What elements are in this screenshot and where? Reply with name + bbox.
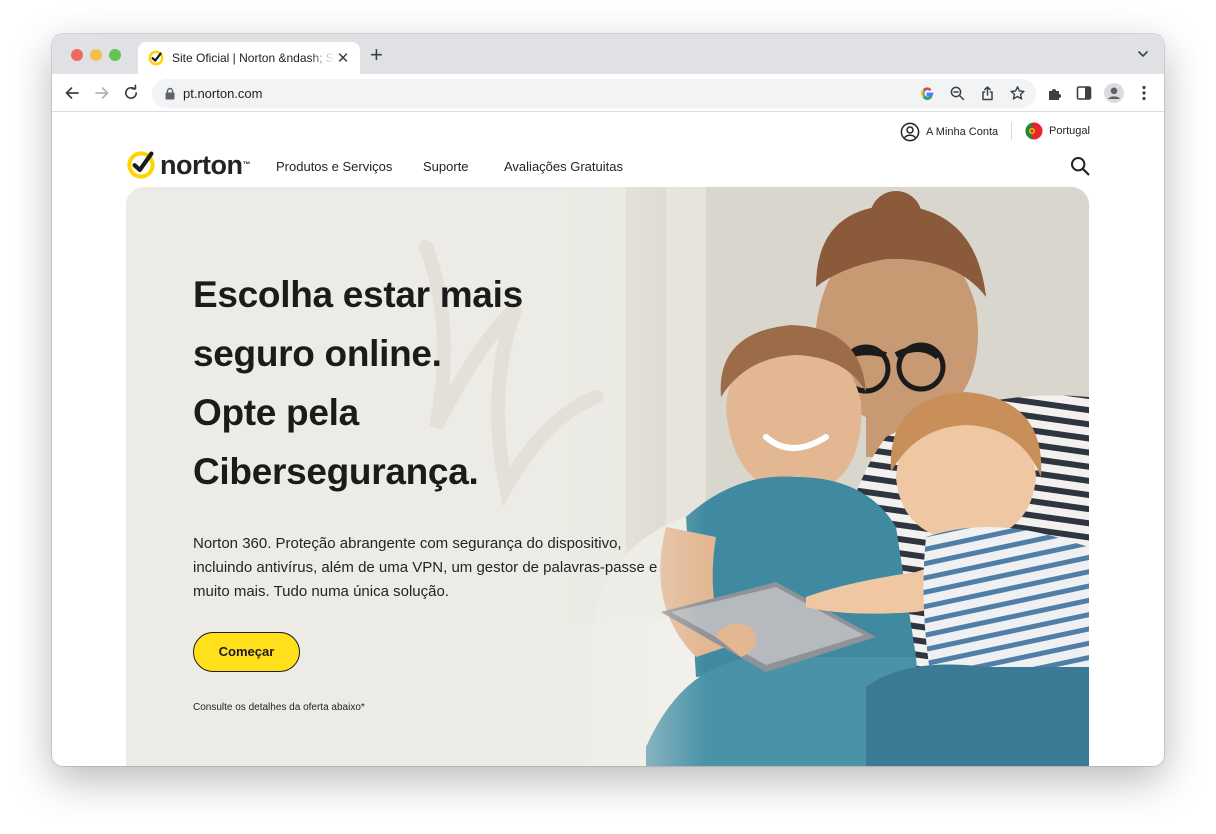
- extensions-icon[interactable]: [1046, 84, 1064, 102]
- reload-icon[interactable]: [122, 84, 140, 102]
- tab-strip: Site Oficial | Norton &ndash; Soluções d…: [52, 34, 1164, 74]
- maximize-window-button[interactable]: [109, 49, 121, 61]
- hero-description: Norton 360. Proteção abrangente com segu…: [193, 532, 683, 604]
- account-label: A Minha Conta: [926, 126, 999, 138]
- url-text: pt.norton.com: [183, 86, 263, 101]
- description-line: incluindo antivírus, além de uma VPN, um…: [193, 559, 658, 576]
- utility-divider: [1011, 122, 1012, 140]
- forward-arrow-icon[interactable]: [93, 84, 111, 102]
- close-window-button[interactable]: [71, 49, 83, 61]
- country-selector[interactable]: Portugal: [1025, 122, 1090, 140]
- start-button[interactable]: Começar: [193, 632, 300, 672]
- account-link[interactable]: A Minha Conta: [900, 122, 998, 142]
- headline-line: seguro online.: [193, 333, 442, 374]
- new-tab-button[interactable]: +: [370, 44, 383, 66]
- headline-line: Escolha estar mais: [193, 274, 523, 315]
- minimize-window-button[interactable]: [90, 49, 102, 61]
- hero-banner: Escolha estar mais seguro online. Opte p…: [126, 187, 1089, 766]
- search-icon[interactable]: [1070, 156, 1090, 176]
- nav-products[interactable]: Produtos e Serviços: [276, 159, 392, 174]
- norton-logo[interactable]: norton™: [126, 150, 250, 180]
- portugal-flag-icon: [1025, 122, 1043, 140]
- nav-support[interactable]: Suporte: [423, 159, 469, 174]
- zoom-icon[interactable]: [949, 85, 966, 102]
- back-arrow-icon[interactable]: [63, 84, 81, 102]
- browser-toolbar: pt.norton.com: [52, 74, 1164, 112]
- browser-window: Site Oficial | Norton &ndash; Soluções d…: [52, 34, 1164, 766]
- menu-icon[interactable]: [1135, 84, 1153, 102]
- headline-line: Cibersegurança.: [193, 451, 479, 492]
- headline-line: Opte pela: [193, 392, 359, 433]
- description-line: muito mais. Tudo numa única solução.: [193, 583, 449, 600]
- share-icon[interactable]: [979, 85, 996, 102]
- web-page: A Minha Conta Portugal norton™ Produtos …: [52, 113, 1164, 766]
- logo-wordmark: norton™: [160, 150, 250, 180]
- bookmark-star-icon[interactable]: [1009, 85, 1026, 102]
- offer-details-link[interactable]: Consulte os detalhes da oferta abaixo*: [193, 702, 365, 713]
- hero-headline: Escolha estar mais seguro online. Opte p…: [193, 265, 653, 501]
- norton-check-icon: [127, 151, 155, 179]
- description-line: Norton 360. Proteção abrangente com segu…: [193, 535, 622, 552]
- profile-icon[interactable]: [1104, 83, 1124, 103]
- norton-favicon-icon: [148, 50, 164, 66]
- sidepanel-icon[interactable]: [1075, 84, 1093, 102]
- address-bar[interactable]: pt.norton.com: [152, 79, 1036, 108]
- country-label: Portugal: [1049, 125, 1090, 137]
- tab-close-icon[interactable]: ✕: [334, 49, 352, 67]
- tab-title: Site Oficial | Norton &ndash; Soluções d…: [172, 51, 334, 65]
- browser-tab[interactable]: Site Oficial | Norton &ndash; Soluções d…: [138, 42, 360, 74]
- lock-icon[interactable]: [164, 87, 176, 100]
- account-icon: [900, 122, 920, 142]
- nav-free-trials[interactable]: Avaliações Gratuitas: [504, 159, 623, 174]
- google-icon[interactable]: [919, 85, 936, 102]
- tab-search-chevron-icon[interactable]: [1136, 47, 1150, 61]
